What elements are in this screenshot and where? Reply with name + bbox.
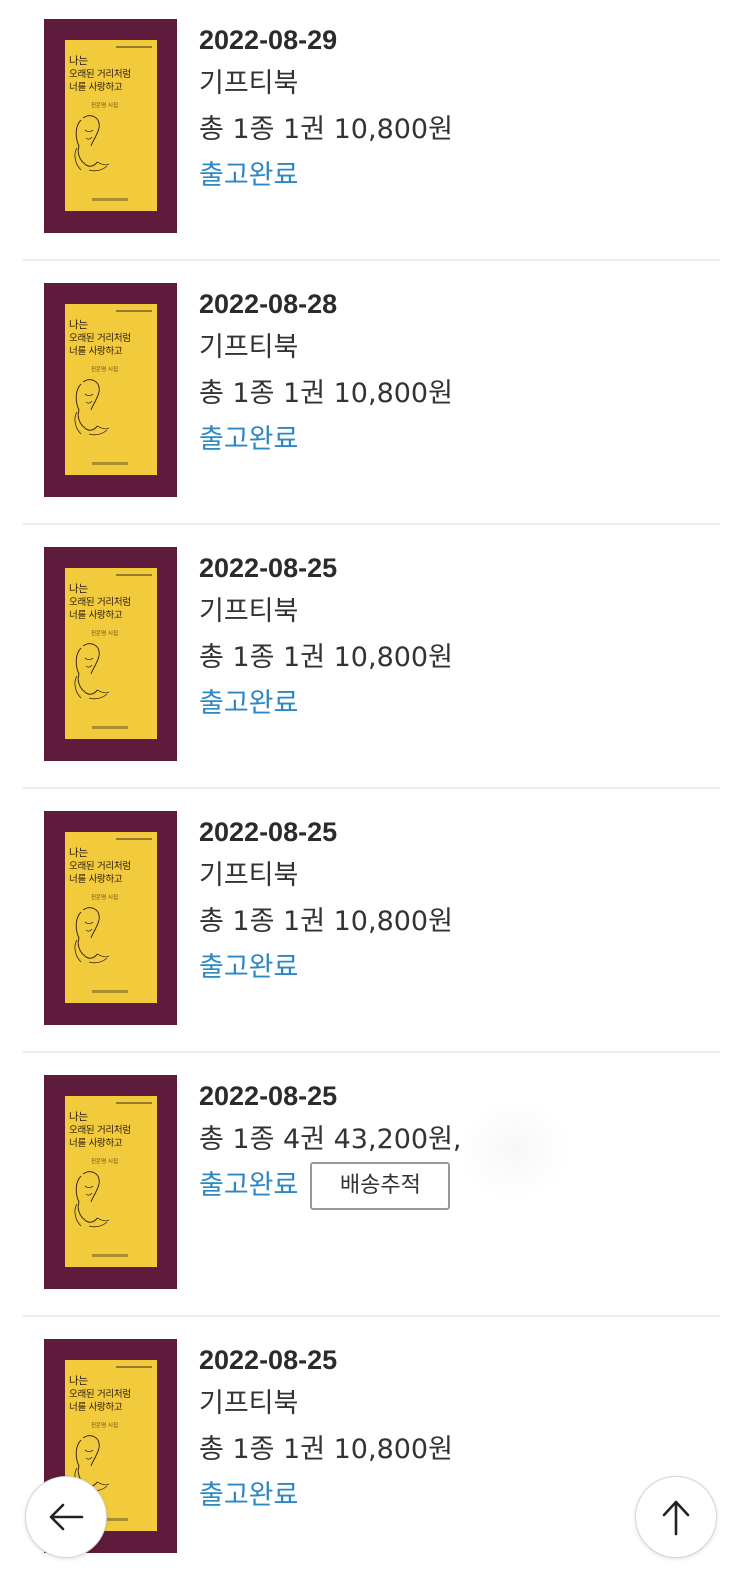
order-item[interactable]: 나는 오래된 거리처럼 너를 사랑하고 진은영 시집 2022-08-28 기프…	[0, 264, 743, 528]
order-item[interactable]: 나는 오래된 거리처럼 너를 사랑하고 진은영 시집 2022-08-25 기프…	[0, 1320, 743, 1584]
product-name: 기프티북	[199, 596, 299, 627]
cover-author: 진은영 시집	[91, 1159, 119, 1165]
divider	[23, 259, 720, 261]
divider	[23, 787, 720, 789]
cover-inner: 나는 오래된 거리처럼 너를 사랑하고 진은영 시집	[65, 40, 157, 211]
order-item[interactable]: 나는 오래된 거리처럼 너를 사랑하고 진은영 시집 2022-08-25 기프…	[0, 792, 743, 1056]
order-status: 출고완료	[199, 1480, 299, 1511]
divider	[23, 1315, 720, 1317]
cover-author: 진은영 시집	[91, 367, 119, 373]
back-button[interactable]	[25, 1476, 107, 1558]
cover-inner: 나는 오래된 거리처럼 너를 사랑하고 진은영 시집	[65, 1096, 157, 1267]
order-info: 2022-08-25 기프티북 총 1종 1권 10,800원 출고완료	[199, 817, 453, 991]
order-date: 2022-08-29	[199, 25, 338, 55]
order-summary: 총 1종 1권 10,800원	[199, 1434, 453, 1465]
order-status: 출고완료	[199, 952, 299, 983]
order-summary: 총 1종 4권 43,200원,	[199, 1124, 462, 1155]
cover-author: 진은영 시집	[91, 895, 119, 901]
order-info: 2022-08-25 기프티북 총 1종 1권 10,800원 출고완료	[199, 553, 453, 727]
order-date: 2022-08-25	[199, 1081, 338, 1111]
order-date: 2022-08-25	[199, 817, 338, 847]
order-summary: 총 1종 1권 10,800원	[199, 114, 453, 145]
order-info: 2022-08-28 기프티북 총 1종 1권 10,800원 출고완료	[199, 289, 453, 463]
cover-title: 나는 오래된 거리처럼 너를 사랑하고	[69, 1111, 131, 1149]
order-status: 출고완료	[199, 688, 299, 719]
order-info: 2022-08-25 총 1종 4권 43,200원, 출고완료 배송추적	[199, 1081, 462, 1210]
portrait-sketch-icon	[74, 643, 110, 700]
scroll-to-top-button[interactable]	[635, 1476, 717, 1558]
book-cover-thumbnail[interactable]: 나는 오래된 거리처럼 너를 사랑하고 진은영 시집	[44, 283, 177, 497]
status-row: 출고완료 배송추적	[199, 1162, 462, 1210]
arrow-up-icon	[662, 1500, 690, 1536]
cover-title: 나는 오래된 거리처럼 너를 사랑하고	[69, 319, 131, 357]
order-date: 2022-08-28	[199, 289, 338, 319]
order-item[interactable]: 나는 오래된 거리처럼 너를 사랑하고 진은영 시집 2022-08-29 기프…	[0, 0, 743, 264]
cover-inner: 나는 오래된 거리처럼 너를 사랑하고 진은영 시집	[65, 304, 157, 475]
order-summary: 총 1종 1권 10,800원	[199, 642, 453, 673]
cover-title: 나는 오래된 거리처럼 너를 사랑하고	[69, 583, 131, 621]
portrait-sketch-icon	[74, 1171, 110, 1228]
product-name: 기프티북	[199, 68, 299, 99]
portrait-sketch-icon	[74, 907, 110, 964]
order-date: 2022-08-25	[199, 1345, 338, 1375]
portrait-sketch-icon	[74, 379, 110, 436]
order-item[interactable]: 나는 오래된 거리처럼 너를 사랑하고 진은영 시집 2022-08-25 총 …	[0, 1056, 743, 1320]
redaction-smudge	[460, 1100, 570, 1200]
order-status: 출고완료	[199, 1170, 299, 1201]
arrow-left-icon	[49, 1503, 84, 1531]
order-item[interactable]: 나는 오래된 거리처럼 너를 사랑하고 진은영 시집 2022-08-25 기프…	[0, 528, 743, 792]
order-status: 출고완료	[199, 424, 299, 455]
product-name: 기프티북	[199, 332, 299, 363]
cover-inner: 나는 오래된 거리처럼 너를 사랑하고 진은영 시집	[65, 832, 157, 1003]
order-summary: 총 1종 1권 10,800원	[199, 378, 453, 409]
cover-title: 나는 오래된 거리처럼 너를 사랑하고	[69, 55, 131, 93]
divider	[23, 1051, 720, 1053]
order-info: 2022-08-25 기프티북 총 1종 1권 10,800원 출고완료	[199, 1345, 453, 1519]
product-name: 기프티북	[199, 1388, 299, 1419]
divider	[23, 523, 720, 525]
book-cover-thumbnail[interactable]: 나는 오래된 거리처럼 너를 사랑하고 진은영 시집	[44, 1075, 177, 1289]
product-name: 기프티북	[199, 860, 299, 891]
book-cover-thumbnail[interactable]: 나는 오래된 거리처럼 너를 사랑하고 진은영 시집	[44, 19, 177, 233]
book-cover-thumbnail[interactable]: 나는 오래된 거리처럼 너를 사랑하고 진은영 시집	[44, 547, 177, 761]
cover-title: 나는 오래된 거리처럼 너를 사랑하고	[69, 1375, 131, 1413]
book-cover-thumbnail[interactable]: 나는 오래된 거리처럼 너를 사랑하고 진은영 시집	[44, 811, 177, 1025]
cover-title: 나는 오래된 거리처럼 너를 사랑하고	[69, 847, 131, 885]
portrait-sketch-icon	[74, 115, 110, 172]
order-date: 2022-08-25	[199, 553, 338, 583]
order-summary: 총 1종 1권 10,800원	[199, 906, 453, 937]
track-delivery-button[interactable]: 배송추적	[310, 1162, 451, 1210]
order-status: 출고완료	[199, 160, 299, 191]
order-info: 2022-08-29 기프티북 총 1종 1권 10,800원 출고완료	[199, 25, 453, 199]
cover-inner: 나는 오래된 거리처럼 너를 사랑하고 진은영 시집	[65, 568, 157, 739]
cover-author: 진은영 시집	[91, 103, 119, 109]
cover-author: 진은영 시집	[91, 631, 119, 637]
cover-author: 진은영 시집	[91, 1423, 119, 1429]
